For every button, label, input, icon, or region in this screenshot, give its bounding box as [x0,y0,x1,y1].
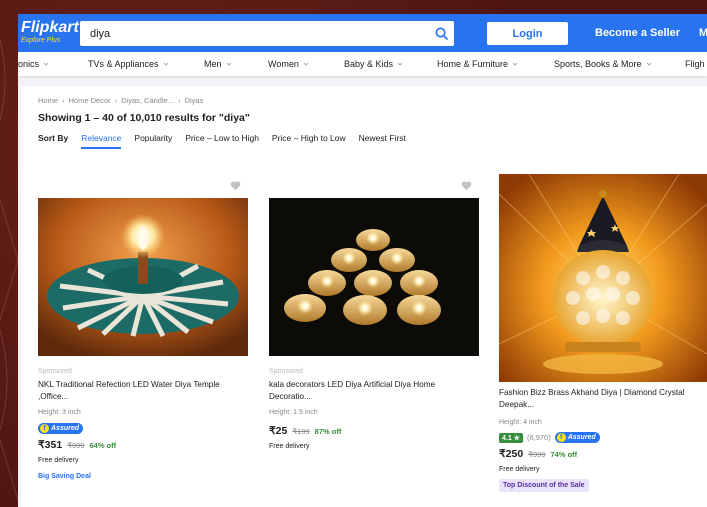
category-men[interactable]: Men [204,59,232,69]
product-height: Height: 3 inch [38,409,81,416]
assured-text: Assured [567,434,596,441]
sort-price-high-low[interactable]: Price – High to Low [272,133,346,149]
category-label: TVs & Appliances [88,59,159,69]
category-label: Home & Furniture [437,59,509,69]
sort-popularity[interactable]: Popularity [134,133,172,149]
breadcrumb-diyas-candle[interactable]: Diyas, Candle... [121,96,174,105]
flipkart-page: Flipkart Explore Plus Login Become a Sel… [18,14,707,507]
delivery-text: Free delivery [499,466,540,473]
delivery-text: Free delivery [269,443,310,450]
product-title[interactable]: kala decorators LED Diya Artificial Diya… [269,379,484,403]
delivery-text: Free delivery [38,457,79,464]
product-price: ₹25 [269,425,288,437]
category-home-furniture[interactable]: Home & Furniture [437,59,518,69]
category-label: Men [204,59,222,69]
product-price: ₹351 [38,439,63,451]
product-mrp: ₹199 [292,427,310,436]
category-electronics[interactable]: onics [18,59,49,69]
assured-icon: f [40,424,49,433]
category-label: Sports, Books & More [554,59,642,69]
breadcrumb-home[interactable]: Home [38,96,58,105]
chevron-down-icon [226,62,231,66]
category-baby-kids[interactable]: Baby & Kids [344,59,403,69]
become-seller-link[interactable]: Become a Seller [595,27,680,39]
category-label: onics [18,59,40,69]
product-height: Height: 4 inch [499,419,542,426]
assured-icon: f [556,433,566,442]
chevron-down-icon [43,62,49,66]
search-input[interactable] [80,21,428,46]
chevron-down-icon [397,62,403,66]
price-row: ₹351 ₹999 64% off [38,439,116,451]
product-title-line: kala decorators LED Diya Artificial Diya… [269,380,436,389]
sort-bar: Sort By Relevance Popularity Price – Low… [38,133,406,149]
sort-newest[interactable]: Newest First [359,133,406,149]
wishlist-heart-icon[interactable] [230,181,241,191]
product-title-line: Deepak... [499,400,535,409]
category-tvs-appliances[interactable]: TVs & Appliances [88,59,169,69]
product-title-line: NKL Traditional Refection LED Water Diya… [38,380,220,389]
category-label: Baby & Kids [344,59,394,69]
category-flights[interactable]: Fligh [685,59,705,69]
assured-badge: f Assured [38,423,84,434]
top-discount-badge: Top Discount of the Sale [499,479,589,492]
product-card[interactable]: Sponsored NKL Traditional Refection LED … [38,181,253,507]
product-title[interactable]: Fashion Bizz Brass Akhand Diya | Diamond… [499,387,707,411]
sort-relevance[interactable]: Relevance [81,133,122,149]
price-row: ₹250 ₹999 74% off [499,448,577,460]
category-sports-books[interactable]: Sports, Books & More [554,59,652,69]
product-discount: 87% off [314,427,342,436]
product-mrp: ₹999 [67,441,85,450]
sort-label: Sort By [38,133,69,143]
product-image[interactable] [38,198,248,356]
category-women[interactable]: Women [268,59,309,69]
product-title[interactable]: NKL Traditional Refection LED Water Diya… [38,379,253,403]
product-image[interactable] [269,198,479,356]
logo-text: Flipkart [21,19,79,36]
login-button[interactable]: Login [487,22,568,45]
breadcrumb-diyas[interactable]: Diyas [185,96,204,105]
results-panel: Home › Home Decor › Diyas, Candle... › Diya… [21,86,707,507]
results-title: Showing 1 – 40 of 10,010 results for "di… [38,112,250,124]
category-label: Women [268,59,299,69]
chevron-down-icon [512,62,518,66]
product-title-line: Fashion Bizz Brass Akhand Diya | Diamond… [499,388,685,397]
sponsored-label: Sponsored [269,368,303,375]
product-discount: 64% off [89,441,117,450]
chevron-down-icon [646,62,651,66]
product-mrp: ₹999 [528,450,546,459]
product-height: Height: 1.5 inch [269,409,318,416]
chevron-down-icon [163,62,168,66]
product-title-line: Decoratio... [269,392,311,401]
chevron-down-icon [303,62,309,66]
product-discount: 74% off [550,450,578,459]
breadcrumb: Home › Home Decor › Diyas, Candle... › Diya… [38,96,204,105]
assured-badge: f Assured [554,432,600,443]
top-header: Flipkart Explore Plus Login Become a Sel… [18,14,707,52]
product-card[interactable]: Fashion Bizz Brass Akhand Diya | Diamond… [499,174,707,507]
category-label: Fligh [685,59,705,69]
rating-badge: 4.1 ★ [499,432,523,443]
more-menu[interactable]: M [699,27,707,39]
product-price: ₹250 [499,448,524,460]
product-card[interactable]: Sponsored kala decorators LED Diya Artif… [269,181,484,507]
logo-tagline: Explore Plus [21,37,61,44]
rating-count: (6,970) [526,433,551,442]
flipkart-logo[interactable]: Flipkart Explore Plus [21,19,79,45]
search-icon[interactable] [428,21,454,46]
wishlist-heart-icon[interactable] [461,181,472,191]
search-box [80,21,454,46]
sort-price-low-high[interactable]: Price – Low to High [185,133,259,149]
sponsored-label: Sponsored [38,368,72,375]
product-image[interactable] [499,174,707,382]
breadcrumb-home-decor[interactable]: Home Decor [69,96,111,105]
assured-text: Assured [51,425,80,432]
deal-label: Big Saving Deal [38,473,91,480]
price-row: ₹25 ₹199 87% off [269,425,341,437]
rating-row: 4.1 ★ (6,970) f Assured [499,432,600,443]
category-nav: onics TVs & Appliances Men Women Baby & … [18,52,707,76]
product-title-line: ,Office... [38,392,69,401]
